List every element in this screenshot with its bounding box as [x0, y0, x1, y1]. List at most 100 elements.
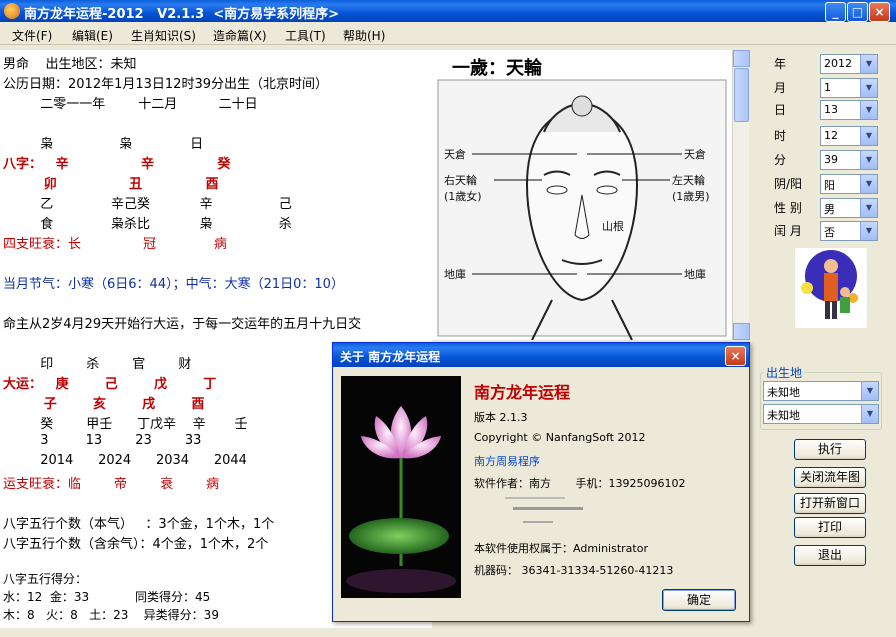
dialog-machine-code: 机器码： 36341-31334-51260-41213: [474, 564, 674, 577]
window-bottom-edge: [0, 628, 896, 637]
text-line: 公历日期：2012年1月13日12时39分出生（北京时间）: [3, 77, 328, 92]
minute-select[interactable]: 39 ▼: [820, 150, 878, 170]
text-line: 木：8 火：8 土：23 异类得分：39: [3, 608, 219, 622]
text-line: 癸 甲壬 丁戊辛 辛 壬: [3, 417, 248, 432]
menu-tools[interactable]: 工具(T): [285, 27, 326, 44]
calendar-select[interactable]: 阳 ▼: [820, 174, 878, 194]
month-value: 1: [824, 81, 831, 94]
dialog-close-button[interactable]: ×: [725, 346, 746, 366]
day-label: 日: [774, 103, 787, 117]
chevron-down-icon: ▼: [860, 101, 877, 119]
text-line: 八字五行得分：: [3, 572, 88, 586]
menu-help[interactable]: 帮助(H): [343, 27, 385, 44]
menu-bar: 文件(F) 编辑(E) 生肖知识(S) 造命篇(X) 工具(T) 帮助(H): [0, 22, 896, 45]
year-select[interactable]: 2012 ▼: [820, 54, 878, 74]
minimize-button[interactable]: _: [825, 2, 846, 22]
text-line: 水：12 金：33 同类得分：45: [3, 590, 211, 604]
year-value: 2012: [824, 57, 852, 70]
label-tiancang-left: 天倉: [444, 147, 466, 161]
scroll-up-button[interactable]: [733, 50, 750, 67]
text-line: 枭 枭 日: [3, 137, 204, 152]
leap-month-label: 闰 月: [774, 224, 802, 238]
day-select[interactable]: 13 ▼: [820, 100, 878, 120]
calendar-value: 阳: [824, 179, 835, 192]
minute-value: 39: [824, 153, 838, 166]
minute-label: 分: [774, 153, 787, 167]
year-label: 年: [774, 57, 787, 71]
chevron-down-icon: ▼: [861, 382, 878, 400]
text-line: 二零一一年 十二月 二十日: [3, 97, 258, 112]
label-male-age: (1歲男): [672, 189, 710, 203]
menu-edit[interactable]: 编辑(E): [72, 27, 113, 44]
leap-month-select[interactable]: 否 ▼: [820, 221, 878, 241]
title-bar: 南方龙年运程-2012 V2.1.3 <南方易学系列程序> _ □ ×: [0, 0, 896, 22]
close-chart-button[interactable]: 关闭流年图: [794, 467, 866, 488]
lotus-image: [341, 376, 461, 598]
chevron-down-icon: ▼: [860, 199, 877, 217]
redacted-contact-info: [503, 493, 603, 533]
chevron-down-icon: ▼: [860, 151, 877, 169]
gender-label: 性 别: [774, 201, 802, 215]
day-value: 13: [824, 103, 838, 116]
leap-month-value: 否: [824, 226, 835, 239]
chevron-down-icon: ▼: [860, 79, 877, 97]
dialog-copyright: Copyright © NanfangSoft 2012: [474, 431, 646, 444]
hour-label: 时: [774, 129, 787, 143]
text-line: 印 杀 官 财: [3, 357, 192, 372]
birthplace-label: 出生地: [764, 364, 805, 381]
text-line: 四支旺衰：长 冠 病: [3, 237, 227, 252]
text-line: 大运： 庚 己 戊 丁: [3, 377, 217, 392]
scroll-thumb[interactable]: [734, 68, 749, 122]
close-button[interactable]: ×: [869, 2, 890, 22]
text-line: 八字五行个数（含余气）：4个金，1个木，2个: [3, 537, 269, 552]
province-value: 未知地: [767, 386, 800, 399]
chevron-down-icon: ▼: [860, 55, 877, 73]
lotus-flower-illustration: [341, 376, 461, 598]
label-tiancang-right: 天倉: [684, 147, 706, 161]
text-line: 运支旺衰：临 帝 衰 病: [3, 477, 220, 492]
dialog-author: 软件作者：南方 手机：13925096102: [474, 477, 686, 490]
chevron-down-icon: ▼: [861, 405, 878, 423]
hour-select[interactable]: 12 ▼: [820, 126, 878, 146]
gender-value: 男: [824, 203, 835, 216]
dialog-version: 版本 2.1.3: [474, 411, 528, 424]
text-line: 子 亥 戌 酉: [3, 397, 205, 412]
chevron-down-icon: ▼: [860, 222, 877, 240]
label-female-age: (1歲女): [444, 189, 482, 203]
run-button[interactable]: 执行: [794, 439, 866, 460]
text-line: 男命 出生地区：未知: [3, 57, 137, 72]
menu-file[interactable]: 文件(F): [12, 27, 52, 44]
menu-fate[interactable]: 造命篇(X): [213, 27, 267, 44]
label-left-tianlun: 左天輪: [672, 173, 705, 187]
ok-button[interactable]: 确定: [662, 589, 736, 611]
menu-zodiac[interactable]: 生肖知识(S): [131, 27, 196, 44]
scroll-down-button[interactable]: [733, 323, 750, 340]
face-scrollbar[interactable]: [732, 50, 750, 340]
dialog-license: 本软件使用权属于：Administrator: [474, 542, 648, 555]
gender-select[interactable]: 男 ▼: [820, 198, 878, 218]
new-window-button[interactable]: 打开新窗口: [794, 493, 866, 514]
app-icon: [4, 3, 20, 19]
province-select[interactable]: 未知地 ▼: [763, 381, 879, 401]
label-right-tianlun: 右天輪: [444, 173, 477, 187]
maximize-button[interactable]: □: [847, 2, 868, 22]
dialog-title: 关于 南方龙年运程: [340, 350, 441, 364]
text-line: 乙 辛己癸 辛 己: [3, 197, 292, 212]
about-dialog: 关于 南方龙年运程 × 南方龙年运程 版本 2.1.3 Copyright © …: [332, 342, 750, 622]
text-line: 食 枭杀比 枭 杀: [3, 217, 292, 232]
dialog-app-name: 南方龙年运程: [474, 383, 571, 402]
label-diku-right: 地庫: [684, 267, 706, 281]
month-label: 月: [774, 81, 787, 95]
window-title: 南方龙年运程-2012 V2.1.3 <南方易学系列程序>: [24, 7, 340, 22]
calendar-label: 阴/阳: [774, 177, 803, 191]
dialog-series-link[interactable]: 南方周易程序: [474, 453, 540, 469]
chevron-down-icon: ▼: [860, 175, 877, 193]
face-title: 一歲：天輪: [452, 57, 543, 79]
text-line: 命主从2岁4月29天开始行大运，于每一交运年的五月十九日交: [3, 317, 362, 332]
label-diku-left: 地庫: [444, 267, 466, 281]
cartoon-image: [795, 248, 867, 328]
month-select[interactable]: 1 ▼: [820, 78, 878, 98]
exit-button[interactable]: 退出: [794, 545, 866, 566]
city-select[interactable]: 未知地 ▼: [763, 404, 879, 424]
print-button[interactable]: 打印: [794, 517, 866, 538]
